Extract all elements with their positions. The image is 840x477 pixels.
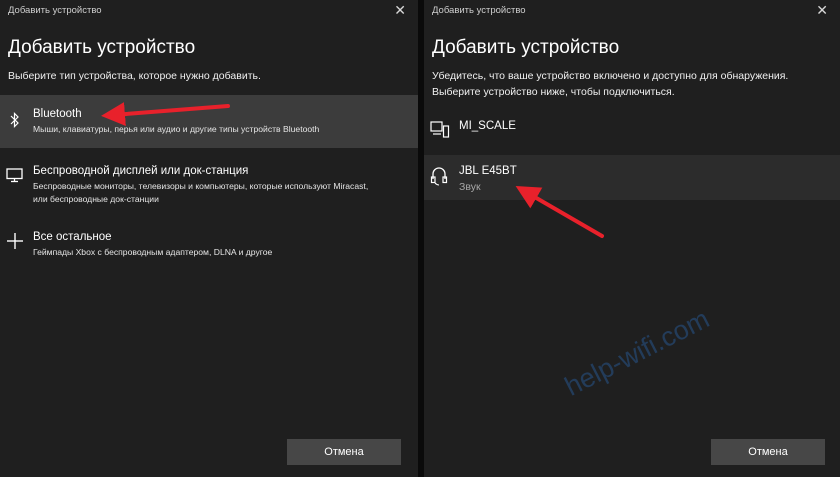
close-button[interactable]: ✕ xyxy=(394,2,406,19)
device-name: MI_SCALE xyxy=(459,120,516,132)
cancel-button[interactable]: Отмена xyxy=(287,439,401,465)
add-device-window-left: Добавить устройство ✕ Добавить устройств… xyxy=(0,0,418,477)
window-title: Добавить устройство xyxy=(8,5,102,16)
page-subtitle-line-1: Убедитесь, что ваше устройство включено … xyxy=(432,70,789,82)
device-mi-scale[interactable]: MI_SCALE xyxy=(424,110,840,148)
page-heading: Добавить устройство xyxy=(8,37,196,58)
item-title: Беспроводной дисплей или док-станция xyxy=(33,165,249,177)
device-category: Звук xyxy=(459,181,481,193)
device-icon xyxy=(430,121,450,138)
headphones-icon xyxy=(430,167,448,186)
page-subtitle-line-2: Выберите устройство ниже, чтобы подключи… xyxy=(432,86,675,98)
device-name: JBL E45BT xyxy=(459,165,517,177)
close-button[interactable]: ✕ xyxy=(816,2,828,19)
device-type-bluetooth[interactable]: Bluetooth Мыши, клавиатуры, перья или ау… xyxy=(0,95,418,148)
item-description: Геймпады Xbox с беспроводным адаптером, … xyxy=(33,247,273,257)
device-type-wireless-display[interactable]: Беспроводной дисплей или док-станция Бес… xyxy=(0,160,418,210)
add-device-window-right: Добавить устройство ✕ Добавить устройств… xyxy=(424,0,840,477)
item-description: Беспроводные мониторы, телевизоры и комп… xyxy=(33,181,369,204)
bluetooth-icon xyxy=(10,112,19,128)
title-bar: Добавить устройство ✕ xyxy=(424,0,840,22)
monitor-icon xyxy=(6,168,23,183)
device-type-everything-else[interactable]: Все остальное Геймпады Xbox с беспроводн… xyxy=(0,225,418,265)
item-title: Все остальное xyxy=(33,231,112,243)
title-bar: Добавить устройство ✕ xyxy=(0,0,418,22)
cancel-button[interactable]: Отмена xyxy=(711,439,825,465)
item-title: Bluetooth xyxy=(33,108,82,120)
device-jbl-e45bt[interactable]: JBL E45BT Звук xyxy=(424,155,840,200)
window-title: Добавить устройство xyxy=(432,5,526,16)
page-subtitle: Выберите тип устройства, которое нужно д… xyxy=(8,70,261,82)
plus-icon xyxy=(7,233,23,249)
item-description: Мыши, клавиатуры, перья или аудио и друг… xyxy=(33,124,320,134)
page-heading: Добавить устройство xyxy=(432,37,620,58)
